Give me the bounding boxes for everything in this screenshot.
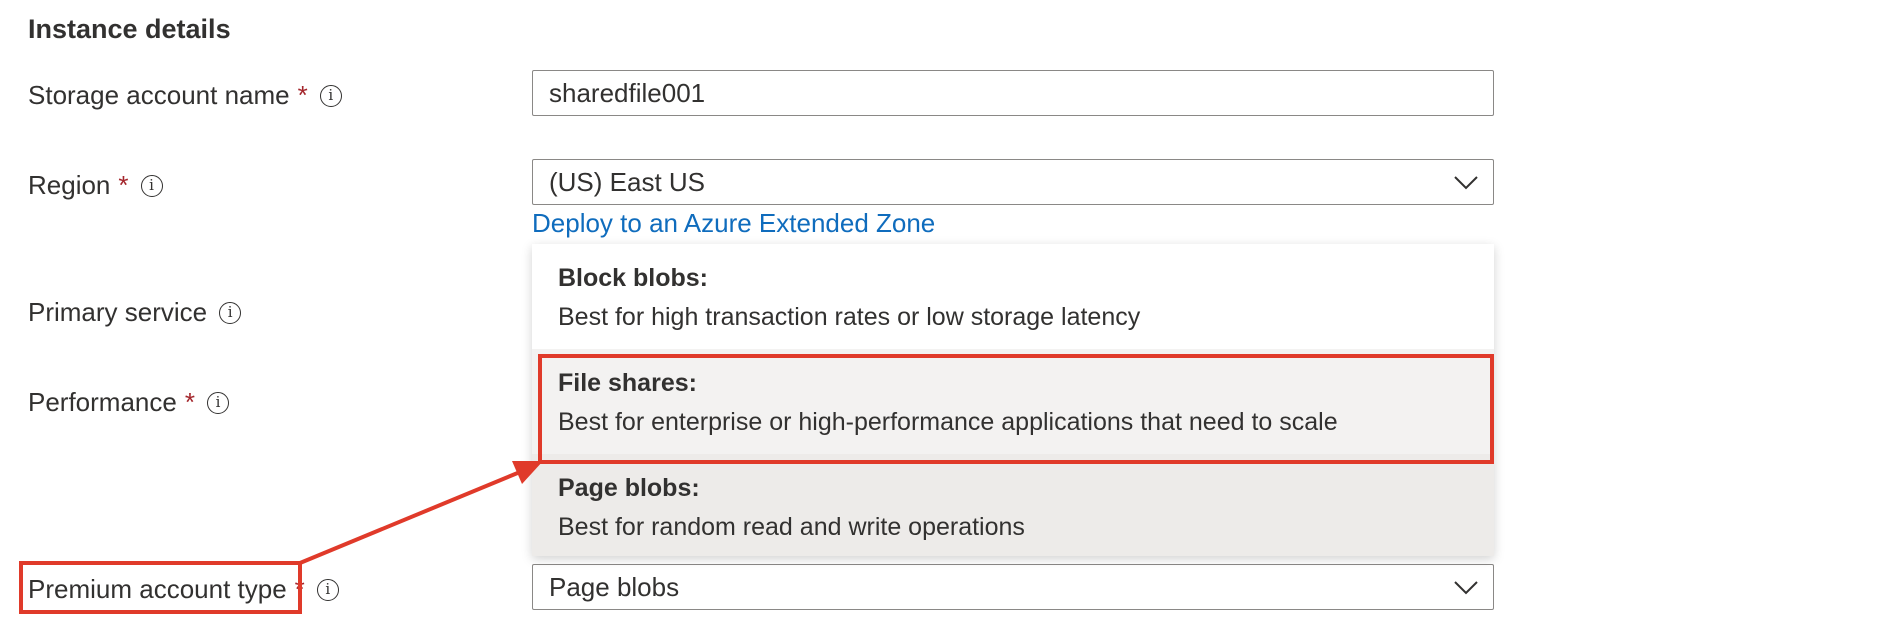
option-block-blobs[interactable]: Block blobs: Best for high transaction r… (532, 244, 1494, 349)
option-description: Best for high transaction rates or low s… (558, 303, 1141, 331)
extended-zone-link[interactable]: Deploy to an Azure Extended Zone (532, 208, 935, 239)
region-value: (US) East US (549, 166, 706, 197)
option-description: Best for random read and write operation… (558, 513, 1025, 541)
option-title: Block blobs: (558, 264, 709, 292)
storage-account-name-value: sharedfile001 (549, 77, 706, 108)
option-page-blobs[interactable]: Page blobs: Best for random read and wri… (532, 454, 1494, 556)
option-title: Page blobs: (558, 474, 700, 502)
storage-account-name-label: Storage account name * i (28, 80, 342, 111)
premium-account-type-select[interactable]: Page blobs (532, 564, 1494, 610)
storage-account-name-label-text: Storage account name (28, 80, 290, 110)
chevron-down-icon (1454, 581, 1478, 595)
info-icon[interactable]: i (140, 174, 163, 197)
primary-service-label: Primary service i (28, 297, 242, 328)
region-label-text: Region (28, 170, 111, 200)
required-mark: * (118, 170, 129, 200)
region-select[interactable]: (US) East US (532, 159, 1494, 205)
info-icon[interactable]: i (316, 578, 339, 601)
info-icon[interactable]: i (206, 391, 229, 414)
performance-label: Performance * i (28, 387, 229, 418)
storage-account-name-input[interactable]: sharedfile001 (532, 70, 1494, 116)
performance-label-text: Performance (28, 387, 177, 417)
required-mark: * (297, 80, 308, 110)
primary-service-label-text: Primary service (28, 297, 208, 327)
region-label: Region * i (28, 170, 163, 201)
highlight-box-file-shares (538, 354, 1494, 464)
info-icon[interactable]: i (219, 301, 242, 324)
highlight-box-premium-account-type (19, 561, 302, 614)
required-mark: * (184, 387, 195, 417)
chevron-down-icon (1454, 176, 1478, 190)
premium-account-type-value: Page blobs (549, 571, 680, 602)
section-title: Instance details (28, 14, 231, 44)
info-icon[interactable]: i (319, 84, 342, 107)
